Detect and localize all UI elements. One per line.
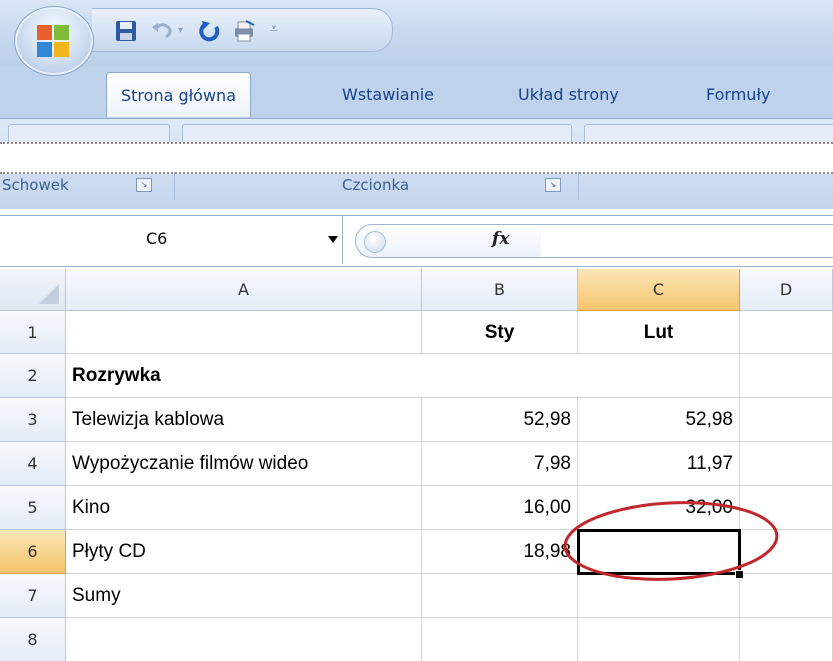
group-separator [174,172,175,200]
undo-dropdown-icon[interactable]: ▾ [178,25,183,36]
column-header-d[interactable]: D [740,269,833,311]
group-label-clipboard: Schowek [2,176,69,194]
name-box-value: C6 [146,229,168,248]
cell-a1[interactable] [66,311,422,354]
print-icon[interactable] [232,19,256,43]
cell-b6[interactable]: 18,98 [422,530,578,574]
name-box[interactable]: C6 [0,216,343,264]
cell-a3[interactable]: Telewizja kablowa [66,398,422,442]
name-box-dropdown-icon[interactable] [328,236,338,243]
redo-icon[interactable] [198,19,222,43]
column-header-b[interactable]: B [422,269,578,311]
formula-bar: C6 fx [0,215,833,267]
cell-b3[interactable]: 52,98 [422,398,578,442]
cell-b4[interactable]: 7,98 [422,442,578,486]
tab-insert[interactable]: Wstawianie [328,72,448,116]
select-all-icon [39,284,59,304]
cell-d4[interactable] [740,442,833,486]
group-separator [578,172,579,200]
cell-d2[interactable] [740,354,833,398]
tab-home[interactable]: Strona główna [106,72,251,117]
group-label-font: Czcionka [342,176,410,194]
cell-d1[interactable] [740,311,833,354]
function-area: fx [355,224,543,258]
office-logo [37,25,69,57]
column-header-c[interactable]: C [578,269,740,311]
cell-c3[interactable]: 52,98 [578,398,740,442]
cell-b1[interactable]: Sty [422,311,578,354]
cell-d3[interactable] [740,398,833,442]
column-header-a[interactable]: A [66,269,422,311]
save-icon[interactable] [114,19,138,43]
row-header-3[interactable]: 3 [0,398,66,442]
customize-icon[interactable]: ⩡ [270,21,278,37]
cell-a4[interactable]: Wypożyczanie filmów wideo [66,442,422,486]
row-header-7[interactable]: 7 [0,574,66,618]
cell-a8[interactable] [66,618,422,661]
cell-c8[interactable] [578,618,740,661]
expand-icon[interactable] [364,231,386,253]
font-launcher-icon[interactable]: ↘ [545,178,561,192]
quick-access-toolbar: ▾ ⩡ [92,8,393,52]
select-all-button[interactable] [0,269,66,311]
insert-function-button[interactable]: fx [492,229,509,249]
cell-c2[interactable] [578,354,740,398]
cell-b7[interactable] [422,574,578,618]
formula-input[interactable] [541,224,833,258]
undo-icon[interactable] [150,19,174,43]
cell-b5[interactable]: 16,00 [422,486,578,530]
clipboard-launcher-icon[interactable]: ↘ [136,178,152,192]
row-header-5[interactable]: 5 [0,486,66,530]
annotation-ellipse [563,501,779,581]
excel-window: ▾ ⩡ Strona główna Wstawianie Układ stron… [0,0,833,661]
row-header-4[interactable]: 4 [0,442,66,486]
row-header-2[interactable]: 2 [0,354,66,398]
tab-formulas[interactable]: Formuły [692,72,784,116]
cell-a6[interactable]: Płyty CD [66,530,422,574]
cell-b2[interactable] [422,354,578,398]
office-button[interactable] [14,6,94,76]
row-header-8[interactable]: 8 [0,618,66,661]
row-header-1[interactable]: 1 [0,311,66,354]
cell-b8[interactable] [422,618,578,661]
cell-c1[interactable]: Lut [578,311,740,354]
cell-c4[interactable]: 11,97 [578,442,740,486]
cell-a2[interactable]: Rozrywka [66,354,422,398]
cell-a7[interactable]: Sumy [66,574,422,618]
tab-page-layout[interactable]: Układ strony [504,72,633,116]
ribbon-cut-gap [0,142,833,174]
cell-a5[interactable]: Kino [66,486,422,530]
cell-d8[interactable] [740,618,833,661]
row-header-6[interactable]: 6 [0,530,66,574]
